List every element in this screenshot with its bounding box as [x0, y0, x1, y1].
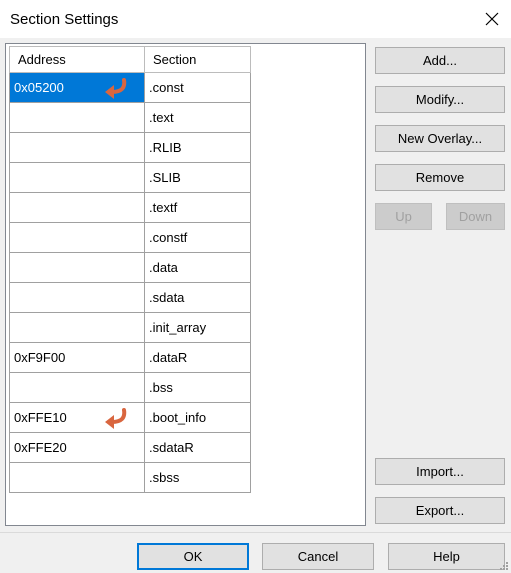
modify-button[interactable]: Modify...: [375, 86, 505, 113]
table-row[interactable]: 0xFFE10 .boot_info: [9, 402, 251, 433]
window-title: Section Settings: [10, 11, 119, 28]
table-row[interactable]: 0xFFE20 .sdataR: [9, 432, 251, 463]
address-cell[interactable]: 0xFFE10: [9, 402, 145, 433]
down-button[interactable]: Down: [446, 203, 505, 230]
address-cell[interactable]: [9, 132, 145, 163]
ok-button[interactable]: OK: [137, 543, 249, 570]
table-row[interactable]: .data: [9, 252, 251, 283]
address-cell[interactable]: [9, 312, 145, 343]
table-header-row: Address Section: [9, 46, 251, 73]
table-row[interactable]: .sbss: [9, 462, 251, 493]
address-value: 0xFFE20: [14, 440, 67, 455]
address-cell[interactable]: [9, 282, 145, 313]
section-cell[interactable]: .const: [144, 72, 251, 103]
up-button[interactable]: Up: [375, 203, 432, 230]
column-header-address[interactable]: Address: [9, 46, 145, 73]
address-value: 0xF9F00: [14, 350, 66, 365]
address-cell[interactable]: [9, 102, 145, 133]
add-button[interactable]: Add...: [375, 47, 505, 74]
table-row[interactable]: .sdata: [9, 282, 251, 313]
column-header-section[interactable]: Section: [144, 46, 251, 73]
table-row[interactable]: .text: [9, 102, 251, 133]
export-button[interactable]: Export...: [375, 497, 505, 524]
table-row[interactable]: .textf: [9, 192, 251, 223]
cancel-button[interactable]: Cancel: [262, 543, 374, 570]
section-list[interactable]: Address Section 0x05200 .const .text .RLIB.…: [5, 43, 366, 526]
address-cell[interactable]: 0x05200: [9, 72, 145, 103]
table-row[interactable]: .init_array: [9, 312, 251, 343]
title-bar: Section Settings: [0, 0, 511, 38]
section-cell[interactable]: .dataR: [144, 342, 251, 373]
close-button[interactable]: [477, 4, 507, 34]
section-cell[interactable]: .bss: [144, 372, 251, 403]
section-cell[interactable]: .data: [144, 252, 251, 283]
address-cell[interactable]: [9, 192, 145, 223]
table-row[interactable]: .RLIB: [9, 132, 251, 163]
section-cell[interactable]: .sdata: [144, 282, 251, 313]
address-cell[interactable]: [9, 372, 145, 403]
curved-arrow-icon: [105, 408, 127, 429]
table-row[interactable]: .SLIB: [9, 162, 251, 193]
address-cell[interactable]: 0xFFE20: [9, 432, 145, 463]
help-button[interactable]: Help: [388, 543, 505, 570]
import-button[interactable]: Import...: [375, 458, 505, 485]
section-cell[interactable]: .textf: [144, 192, 251, 223]
section-cell[interactable]: .SLIB: [144, 162, 251, 193]
section-cell[interactable]: .RLIB: [144, 132, 251, 163]
close-icon: [485, 12, 499, 26]
section-table: Address Section 0x05200 .const .text .RLIB.…: [9, 46, 251, 493]
resize-grip-icon[interactable]: [499, 561, 509, 571]
table-row[interactable]: 0xF9F00 .dataR: [9, 342, 251, 373]
table-row[interactable]: .constf: [9, 222, 251, 253]
address-value: 0x05200: [14, 80, 64, 95]
table-row[interactable]: 0x05200 .const: [9, 72, 251, 103]
address-cell[interactable]: [9, 222, 145, 253]
footer-separator: [0, 532, 511, 533]
address-value: 0xFFE10: [14, 410, 67, 425]
section-cell[interactable]: .sdataR: [144, 432, 251, 463]
curved-arrow-icon: [105, 78, 127, 99]
table-row[interactable]: .bss: [9, 372, 251, 403]
section-cell[interactable]: .constf: [144, 222, 251, 253]
address-cell[interactable]: [9, 252, 145, 283]
address-cell[interactable]: [9, 462, 145, 493]
section-cell[interactable]: .boot_info: [144, 402, 251, 433]
section-cell[interactable]: .sbss: [144, 462, 251, 493]
section-cell[interactable]: .init_array: [144, 312, 251, 343]
address-cell[interactable]: [9, 162, 145, 193]
address-cell[interactable]: 0xF9F00: [9, 342, 145, 373]
remove-button[interactable]: Remove: [375, 164, 505, 191]
section-cell[interactable]: .text: [144, 102, 251, 133]
new-overlay-button[interactable]: New Overlay...: [375, 125, 505, 152]
